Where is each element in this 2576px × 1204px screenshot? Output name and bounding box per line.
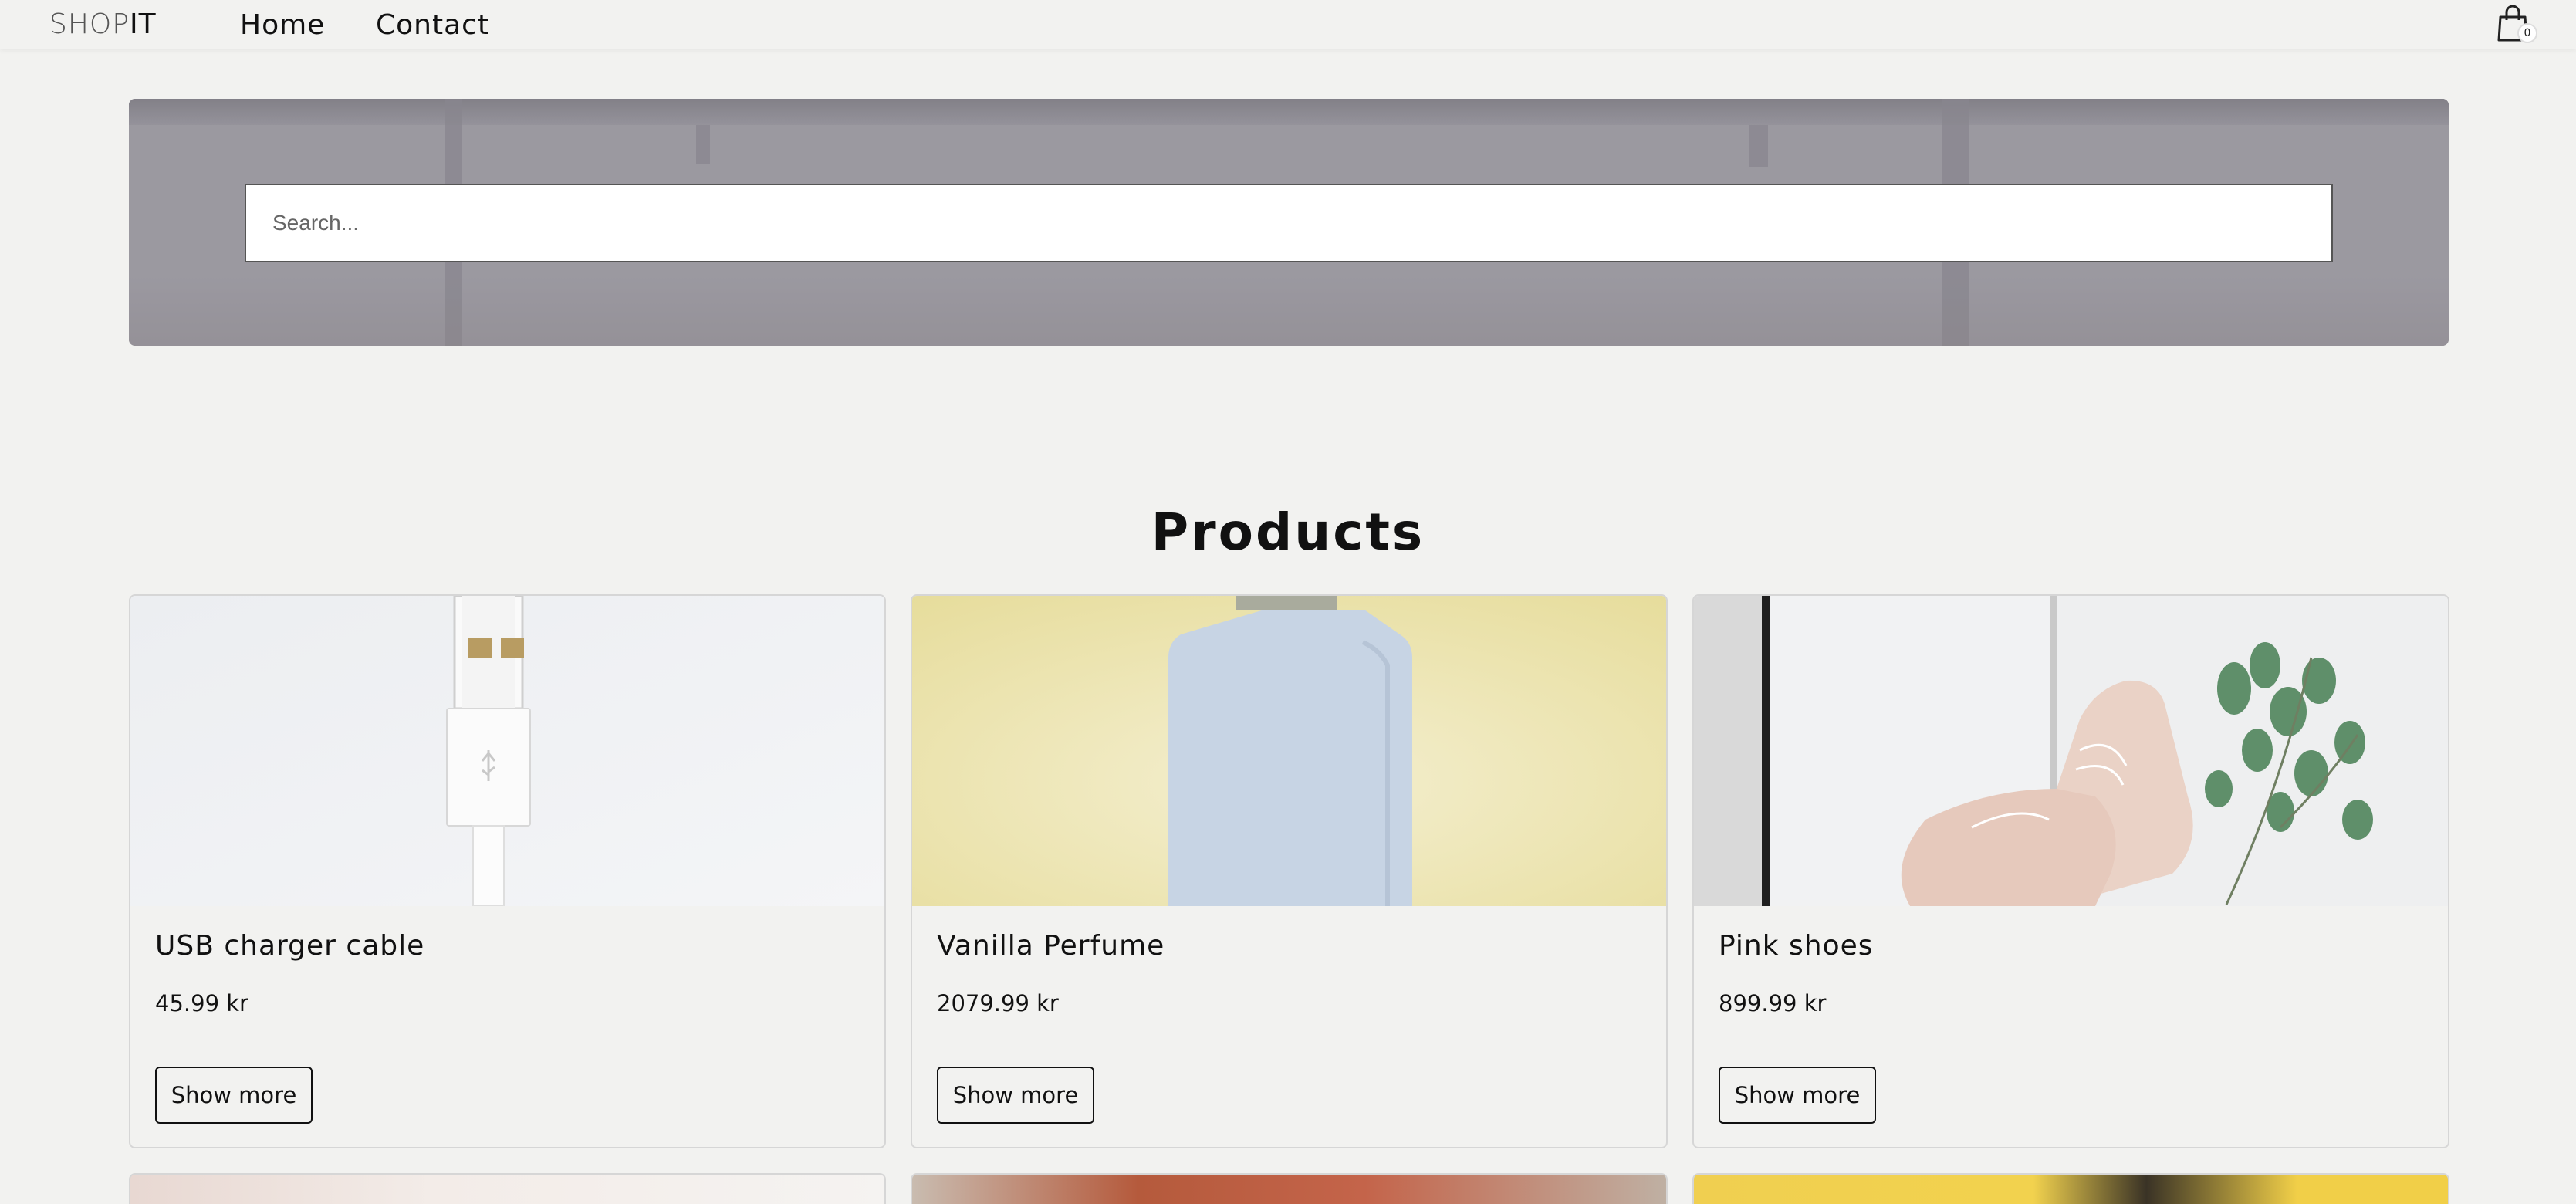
cart-button[interactable]: 0 — [2496, 5, 2537, 43]
product-price: 2079.99 kr — [937, 990, 1059, 1016]
product-image[interactable] — [130, 1175, 884, 1204]
product-image[interactable] — [1694, 1175, 2448, 1204]
product-name[interactable]: Pink shoes — [1719, 929, 1874, 963]
hero-banner — [129, 99, 2449, 346]
search-input[interactable] — [245, 184, 2333, 262]
product-card[interactable] — [911, 1173, 1668, 1204]
show-more-button[interactable]: Show more — [937, 1067, 1094, 1124]
product-price: 45.99 kr — [155, 990, 248, 1016]
show-more-button[interactable]: Show more — [1719, 1067, 1876, 1124]
usb-cable-image[interactable] — [130, 596, 884, 906]
perfume-bottle-image[interactable] — [912, 596, 1666, 906]
product-card[interactable]: Vanilla Perfume 2079.99 kr Show more — [911, 594, 1668, 1148]
product-card[interactable] — [129, 1173, 886, 1204]
product-image[interactable] — [912, 1175, 1666, 1204]
pink-shoes-image[interactable] — [1694, 596, 2448, 906]
top-navbar: SHOP IT Home Contact 0 — [0, 0, 2576, 49]
cart-count-badge: 0 — [2517, 23, 2537, 43]
product-name[interactable]: USB charger cable — [155, 929, 424, 963]
product-price: 899.99 kr — [1719, 990, 1827, 1016]
product-card[interactable]: Pink shoes 899.99 kr Show more — [1692, 594, 2449, 1148]
products-heading: Products — [1151, 502, 1425, 562]
product-card[interactable] — [1692, 1173, 2449, 1204]
logo[interactable]: SHOP IT — [49, 8, 157, 42]
product-name[interactable]: Vanilla Perfume — [937, 929, 1165, 963]
logo-shop-text: SHOP — [49, 8, 130, 40]
show-more-button[interactable]: Show more — [155, 1067, 313, 1124]
nav-contact-link[interactable]: Contact — [376, 8, 489, 43]
nav-home-link[interactable]: Home — [240, 8, 325, 43]
logo-it-text: IT — [129, 8, 157, 40]
product-card[interactable]: USB charger cable 45.99 kr Show more — [129, 594, 886, 1148]
